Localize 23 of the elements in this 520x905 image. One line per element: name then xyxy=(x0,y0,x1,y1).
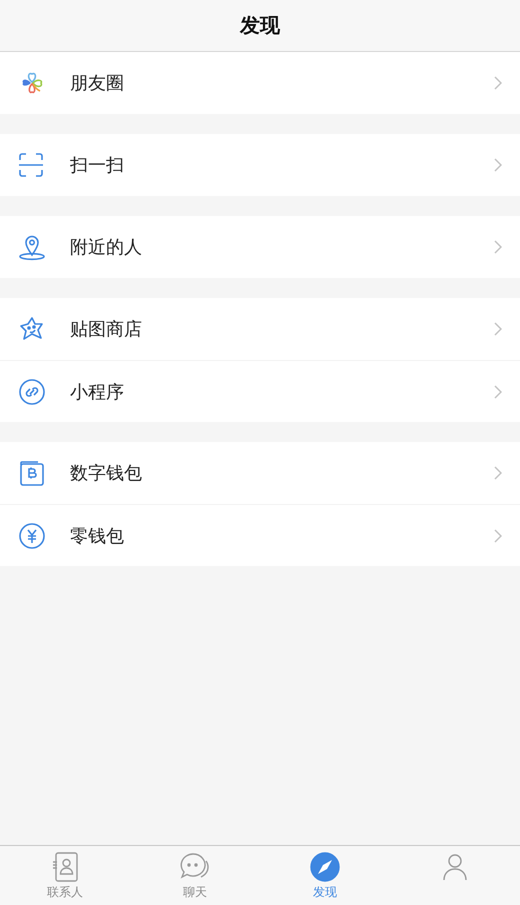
menu-item[interactable]: 附近的人 xyxy=(0,216,520,278)
chevron-right-icon xyxy=(494,76,502,90)
chevron-right-icon xyxy=(494,384,502,398)
menu-item[interactable]: 零钱包 xyxy=(0,504,520,566)
menu-item[interactable]: 数字钱包 xyxy=(0,442,520,504)
chevron-right-icon xyxy=(494,158,502,172)
yuan-coin-icon xyxy=(18,522,46,550)
menu-item[interactable]: 朋友圈 xyxy=(0,52,520,114)
location-pin-icon xyxy=(18,233,46,261)
chevron-right-icon xyxy=(494,528,502,542)
contact-card-icon xyxy=(51,852,79,882)
chevron-right-icon xyxy=(494,466,502,480)
page-title: 发现 xyxy=(240,12,280,39)
menu-item[interactable]: 小程序 xyxy=(0,360,520,422)
chevron-right-icon xyxy=(494,240,502,254)
bitcoin-wallet-icon xyxy=(18,459,46,487)
menu-item[interactable]: 贴图商店 xyxy=(0,298,520,360)
link-icon xyxy=(18,378,46,406)
menu-item[interactable]: 扫一扫 xyxy=(0,134,520,196)
chevron-right-icon xyxy=(494,322,502,336)
compass-icon xyxy=(310,852,340,882)
scan-icon xyxy=(18,152,44,178)
person-icon xyxy=(441,852,469,882)
